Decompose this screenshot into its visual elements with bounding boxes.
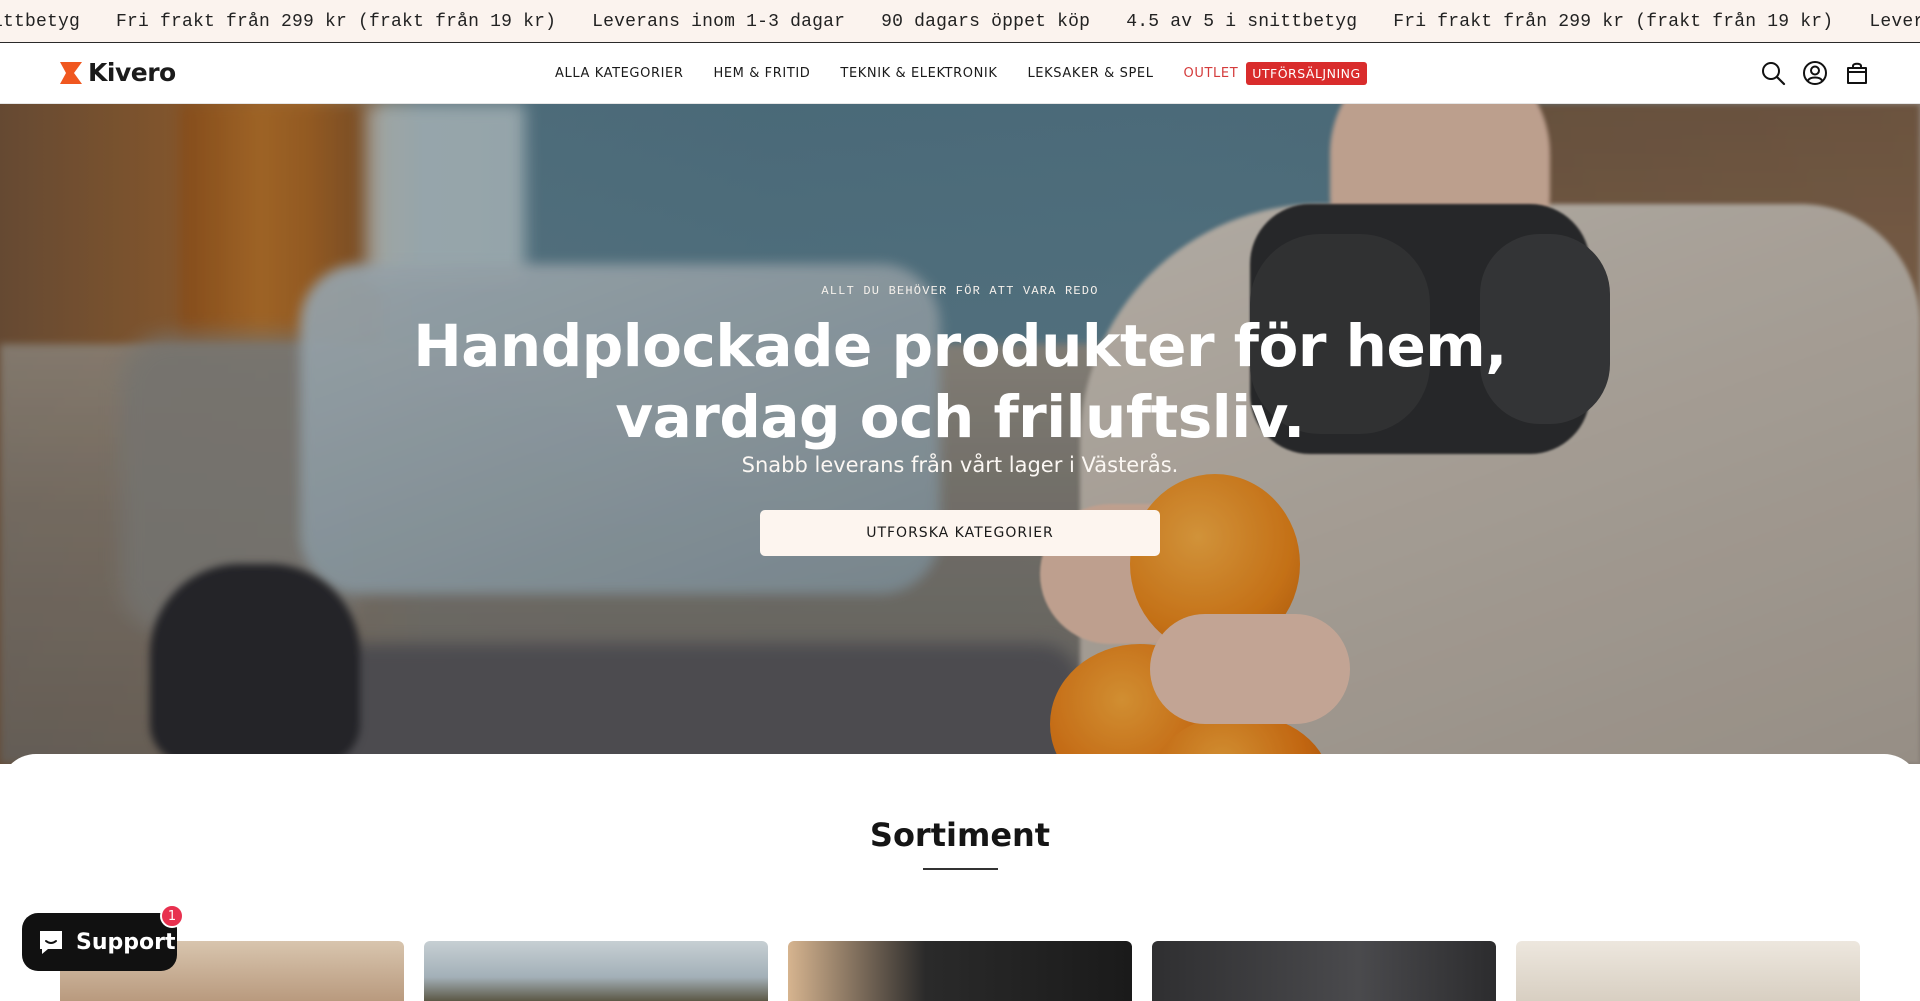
hero-eyebrow: ALLT DU BEHÖVER FÖR ATT VARA REDO [821, 284, 1099, 298]
nav-teknik-elektronik[interactable]: TEKNIK & ELEKTRONIK [840, 66, 997, 81]
announcement-item: Fri frakt från 299 kr (frakt från 19 kr) [116, 11, 557, 32]
announcement-item: 4.5 av 5 i snittbetyg [1126, 11, 1358, 32]
hero-subtitle: Snabb leverans från vårt lager i Västerå… [741, 453, 1179, 477]
category-card-image [1516, 941, 1860, 1001]
support-label: Support [76, 929, 176, 955]
logo-mark-icon [60, 61, 82, 84]
site-header: Kivero ALLA KATEGORIER HEM & FRITID TEKN… [0, 43, 1920, 104]
support-chat-button[interactable]: Support [22, 913, 177, 971]
account-icon[interactable] [1802, 60, 1828, 86]
category-card-2[interactable] [424, 941, 768, 1001]
chat-bubble-icon [40, 931, 62, 954]
announcement-track: ittbetyg Fri frakt från 299 kr (frakt fr… [0, 0, 1920, 42]
category-card-image [424, 941, 768, 1001]
section-title: Sortiment [869, 816, 1051, 854]
announcement-item: 90 dagars öppet köp [881, 11, 1091, 32]
category-card-image [1152, 941, 1496, 1001]
search-icon[interactable] [1760, 60, 1786, 86]
category-card-image [788, 941, 1132, 1001]
announcement-item: Leverans inom 1-3 dagar [592, 11, 846, 32]
main-nav: ALLA KATEGORIER HEM & FRITID TEKNIK & EL… [555, 43, 1367, 103]
support-notification-badge: 1 [160, 904, 184, 928]
announcement-item: Fri frakt från 299 kr (frakt från 19 kr) [1393, 11, 1834, 32]
category-cards [60, 941, 1880, 1001]
logo-link[interactable]: Kivero [58, 58, 176, 87]
category-card-5[interactable] [1516, 941, 1860, 1001]
brand-name: Kivero [88, 58, 176, 87]
hero-title: Handplockade produkter för hem, vardag o… [413, 312, 1507, 451]
category-card-4[interactable] [1152, 941, 1496, 1001]
cart-icon[interactable] [1844, 60, 1870, 86]
sortiment-section: Sortiment [0, 754, 1920, 1001]
nav-alla-kategorier[interactable]: ALLA KATEGORIER [555, 66, 683, 81]
nav-leksaker-spel[interactable]: LEKSAKER & SPEL [1027, 66, 1153, 81]
header-actions [1744, 60, 1870, 86]
explore-categories-button[interactable]: UTFORSKA KATEGORIER [760, 510, 1160, 556]
announcement-item: ittbetyg [0, 11, 81, 32]
nav-outlet[interactable]: OUTLET [1184, 66, 1239, 81]
sale-badge[interactable]: UTFÖRSÄLJNING [1246, 61, 1367, 85]
announcement-bar: ittbetyg Fri frakt från 299 kr (frakt fr… [0, 0, 1920, 43]
section-divider [923, 868, 998, 870]
nav-hem-fritid[interactable]: HEM & FRITID [713, 66, 810, 81]
announcement-item: Leverans inom 1-3 dagar [1869, 11, 1920, 32]
category-card-3[interactable] [788, 941, 1132, 1001]
